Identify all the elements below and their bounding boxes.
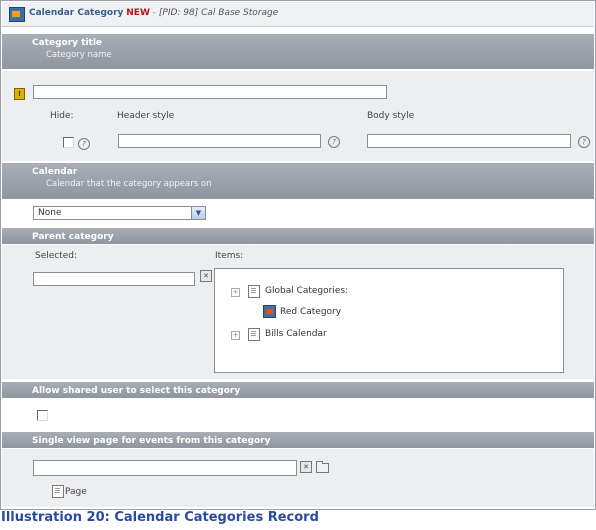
- calendar-category-icon: [9, 7, 25, 22]
- help-icon[interactable]: ?: [328, 136, 340, 148]
- folder-page-icon: [248, 285, 260, 298]
- single-view-header: Single view page for events from this ca…: [2, 432, 594, 448]
- single-view-band: [2, 449, 594, 507]
- category-title-description: Category name: [46, 50, 112, 60]
- header-style-input[interactable]: [118, 134, 321, 148]
- category-title-heading: Category title: [32, 38, 103, 48]
- calendar-category-icon: [263, 305, 276, 318]
- parent-category-header: Parent category: [2, 228, 594, 244]
- selected-parent-list[interactable]: [33, 272, 195, 286]
- calendar-heading: Calendar: [32, 167, 78, 177]
- selected-label: Selected:: [35, 251, 78, 261]
- allow-shared-heading: Allow shared user to select this categor…: [32, 386, 241, 396]
- calendar-description: Calendar that the category appears on: [46, 179, 212, 189]
- hide-checkbox[interactable]: [63, 137, 74, 148]
- parent-items-tree: + Global Categories: Red Category + Bill…: [214, 268, 564, 373]
- required-icon: !: [14, 88, 25, 100]
- body-style-input[interactable]: [367, 134, 571, 148]
- title-separator: -: [152, 8, 156, 18]
- category-title-input[interactable]: [33, 85, 387, 99]
- tree-expander-icon[interactable]: +: [231, 288, 240, 297]
- page-label: Page: [65, 487, 87, 497]
- parent-category-heading: Parent category: [32, 232, 114, 242]
- figure-caption: Illustration 20: Calendar Categories Rec…: [1, 510, 319, 525]
- single-view-heading: Single view page for events from this ca…: [32, 436, 271, 446]
- category-title-header: Category title Category name: [2, 34, 594, 69]
- header-style-label: Header style: [117, 111, 175, 121]
- page-icon: [52, 485, 64, 498]
- remove-page-icon[interactable]: ✕: [300, 461, 312, 473]
- allow-shared-checkbox[interactable]: [37, 410, 48, 421]
- calendar-select-value: None: [38, 208, 62, 218]
- chevron-down-icon[interactable]: ▼: [191, 207, 205, 219]
- remove-selected-icon[interactable]: ✕: [200, 270, 212, 282]
- record-form-window: Calendar Category NEW - [PID: 98] Cal Ba…: [0, 0, 596, 510]
- calendar-select[interactable]: None ▼: [33, 206, 206, 220]
- new-badge: NEW: [126, 8, 150, 18]
- single-view-page-input[interactable]: [33, 460, 297, 476]
- tree-item-global-categories[interactable]: Global Categories:: [265, 286, 348, 296]
- body-style-label: Body style: [367, 111, 415, 121]
- title-bar: Calendar Category NEW - [PID: 98] Cal Ba…: [2, 2, 594, 27]
- help-icon[interactable]: ?: [78, 138, 90, 150]
- help-icon[interactable]: ?: [578, 136, 590, 148]
- title-text: Calendar Category NEW - [PID: 98] Cal Ba…: [29, 8, 278, 18]
- allow-shared-header: Allow shared user to select this categor…: [2, 382, 594, 398]
- browse-folder-icon[interactable]: [316, 461, 329, 473]
- tree-item-red-category[interactable]: Red Category: [280, 307, 341, 317]
- calendar-header: Calendar Calendar that the category appe…: [2, 163, 594, 199]
- pid-info: [PID: 98] Cal Base Storage: [158, 8, 279, 18]
- tree-item-bills-calendar[interactable]: Bills Calendar: [265, 329, 327, 339]
- folder-page-icon: [248, 328, 260, 341]
- tree-expander-icon[interactable]: +: [231, 331, 240, 340]
- items-label: Items:: [215, 251, 244, 261]
- record-type-title: Calendar Category: [29, 8, 124, 18]
- hide-label: Hide:: [50, 111, 74, 121]
